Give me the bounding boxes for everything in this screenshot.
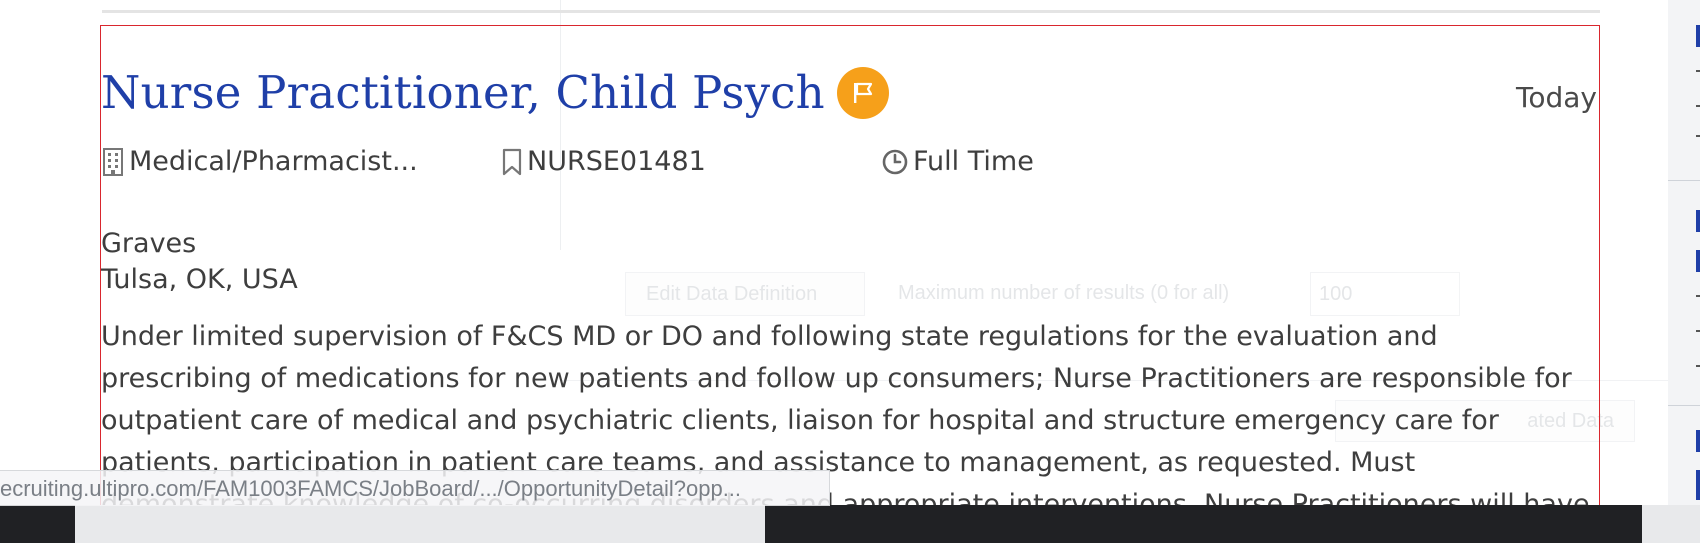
bookmark-icon — [501, 147, 523, 177]
card-top-rule — [102, 10, 1600, 13]
sidebar-link-mark[interactable] — [1696, 430, 1700, 452]
job-category-text: Medical/Pharmacist... — [129, 146, 418, 177]
page: Edit Data Definition Maximum number of r… — [0, 0, 1700, 543]
sidebar-text-mark — [1696, 135, 1700, 137]
right-sidebar — [1668, 0, 1700, 543]
job-requisition: NURSE01481 — [501, 146, 706, 177]
taskbar-strip — [75, 505, 765, 543]
clock-icon — [881, 148, 909, 176]
location-city: Tulsa, OK, USA — [101, 264, 298, 295]
sidebar-link-mark[interactable] — [1696, 210, 1700, 232]
sidebar-divider — [1668, 405, 1700, 406]
sidebar-link-mark[interactable] — [1696, 470, 1700, 500]
sidebar-text-mark — [1696, 365, 1700, 367]
sidebar-link-mark[interactable] — [1696, 25, 1700, 47]
building-icon — [101, 147, 125, 177]
job-requisition-text: NURSE01481 — [527, 146, 706, 177]
location-name: Graves — [101, 228, 197, 259]
job-category: Medical/Pharmacist... — [101, 146, 418, 177]
job-card[interactable]: Nurse Practitioner, Child Psych Today Me… — [100, 25, 1600, 518]
sidebar-divider — [1668, 180, 1700, 181]
posted-date: Today — [1516, 81, 1597, 114]
sidebar-link-mark[interactable] — [1696, 250, 1700, 272]
job-location: Graves Tulsa, OK, USA — [101, 226, 298, 298]
job-meta-row: Medical/Pharmacist... NURSE01481 Full Ti… — [101, 146, 1301, 186]
sidebar-text-mark — [1696, 105, 1700, 107]
link-status-url: ecruiting.ultipro.com/FAM1003FAMCS/JobBo… — [0, 470, 830, 506]
job-schedule: Full Time — [881, 146, 1034, 177]
sidebar-text-mark — [1696, 70, 1700, 72]
sidebar-text-mark — [1696, 330, 1700, 332]
sidebar-text-mark — [1696, 295, 1700, 297]
job-schedule-text: Full Time — [913, 146, 1034, 177]
job-title-link[interactable]: Nurse Practitioner, Child Psych — [101, 66, 825, 119]
job-title-row: Nurse Practitioner, Child Psych — [101, 66, 889, 119]
flag-icon — [836, 66, 889, 119]
taskbar-tray — [1642, 505, 1700, 543]
